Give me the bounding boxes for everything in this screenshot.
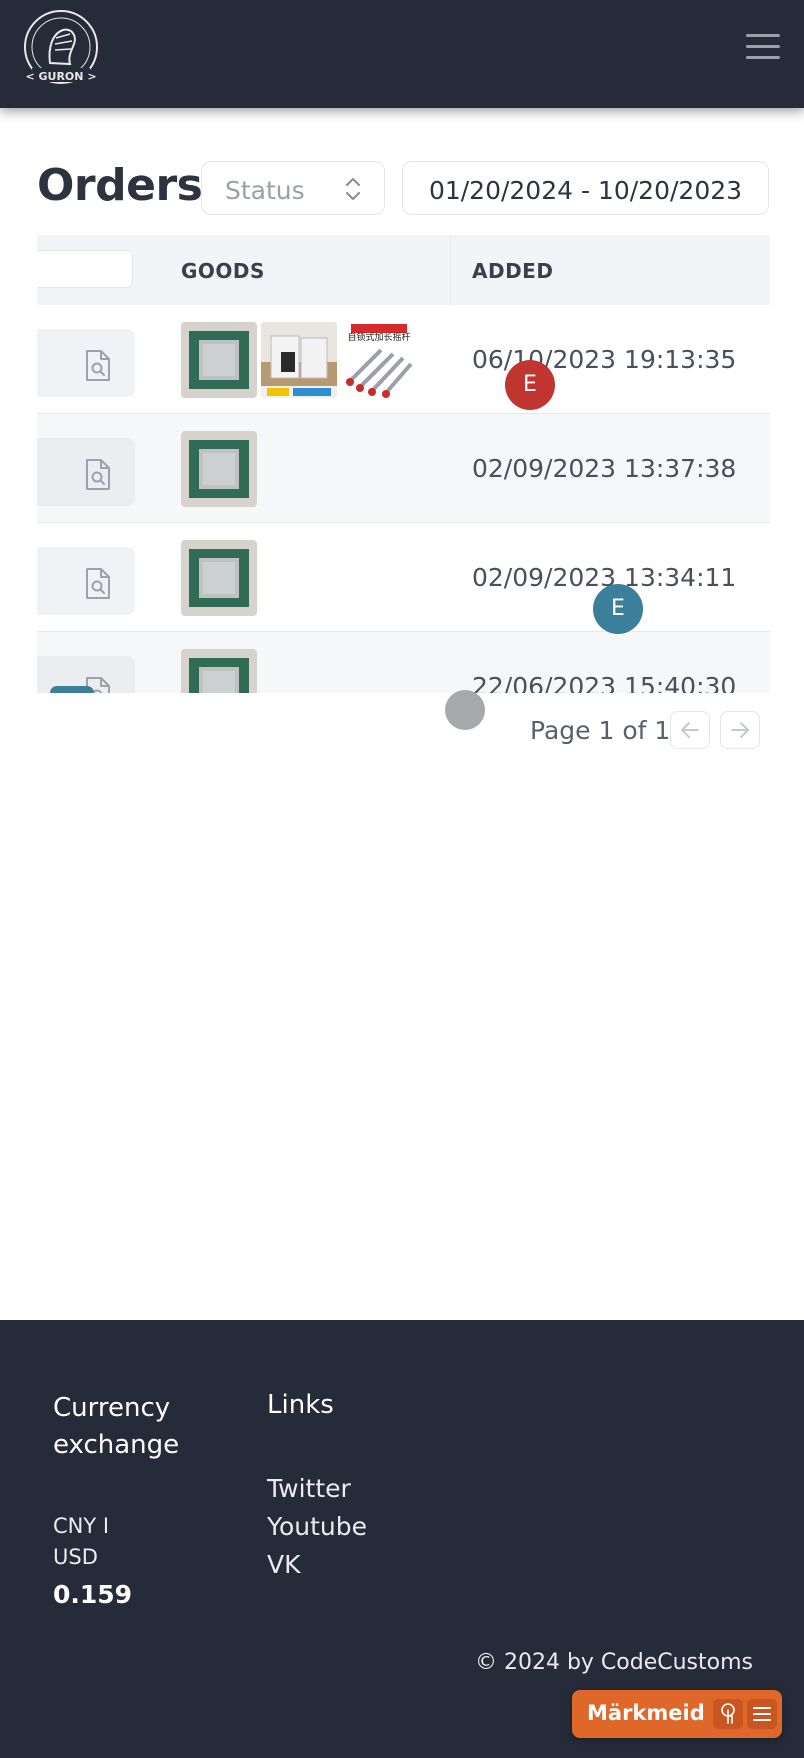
status-select[interactable]: Status [201,161,385,215]
pagination-text: Page 1 of 1 [530,716,671,745]
copyright-text: © 2024 by CodeCustoms [474,1650,753,1675]
annotation-marker-red[interactable]: E [505,360,555,410]
file-search-icon [86,459,110,490]
top-header: < GURON > [0,0,804,108]
footer-link-vk[interactable]: VK [267,1550,301,1579]
file-search-icon [86,350,110,381]
goods-thumbnail-bins[interactable] [261,322,337,398]
hamburger-menu-icon[interactable] [746,34,780,60]
table-row[interactable]: 02/09/2023 13:37:38 [37,414,770,523]
footer-link-twitter[interactable]: Twitter [267,1474,351,1503]
touch-gesture-icon[interactable] [713,1699,743,1729]
currency-exchange-title: Currency exchange [53,1393,180,1460]
svg-text:< GURON >: < GURON > [25,70,96,83]
page-title: Orders [37,160,203,211]
table-header: GOODS ADDED [37,235,770,305]
order-date: 22/06/2023 15:40:30 [472,672,737,693]
column-goods[interactable]: GOODS [181,259,265,283]
links-title: Links [267,1390,334,1420]
header-checkbox-cell[interactable] [37,250,133,288]
next-page-button[interactable] [720,711,760,749]
date-range-picker[interactable]: 01/20/2024 - 10/20/2023 [402,161,769,215]
status-select-label: Status [225,176,305,205]
prev-page-button[interactable] [670,711,710,749]
date-range-value: 01/20/2024 - 10/20/2023 [428,176,743,205]
footer-link-youtube[interactable]: Youtube [267,1512,367,1541]
chevron-up-down-icon [345,177,361,201]
view-order-button[interactable] [37,547,135,615]
arrow-left-icon [681,722,699,738]
goods-thumbnail-handles[interactable]: 自锁式加长摇杆 [341,322,417,398]
goods-thumbnail-cpu[interactable] [181,649,257,693]
orders-table: GOODS ADDED 自锁式加长摇杆 06/10/2023 19:13:35 [37,235,770,693]
goods-thumbnail-cpu[interactable] [181,540,257,616]
annotation-marker-partial [50,686,94,693]
order-date: 02/09/2023 13:37:38 [472,454,737,483]
currency-rate-value: 0.159 [53,1580,133,1609]
notes-badge[interactable]: Märkmeid [572,1690,782,1738]
goods-thumbnail-text: 自锁式加长摇杆 [347,331,410,343]
notes-badge-label: Märkmeid [587,1701,705,1725]
file-search-icon [86,568,110,599]
table-row[interactable]: 02/09/2023 13:34:11 [37,523,770,632]
currency-rate-label: CNY I USD [53,1514,110,1569]
annotation-marker-teal[interactable]: E [593,584,643,634]
arrow-right-icon [731,722,749,738]
touch-indicator [445,690,485,730]
view-order-button[interactable] [37,438,135,506]
goods-thumbnail-cpu[interactable] [181,431,257,507]
column-added[interactable]: ADDED [472,259,553,283]
hamburger-menu-icon[interactable] [747,1699,777,1729]
table-row[interactable]: 22/06/2023 15:40:30 [37,632,770,693]
guron-logo[interactable]: < GURON > [22,8,100,86]
goods-thumbnail-cpu[interactable] [181,322,257,398]
view-order-button[interactable] [37,329,135,397]
table-row[interactable]: 自锁式加长摇杆 06/10/2023 19:13:35 [37,305,770,414]
